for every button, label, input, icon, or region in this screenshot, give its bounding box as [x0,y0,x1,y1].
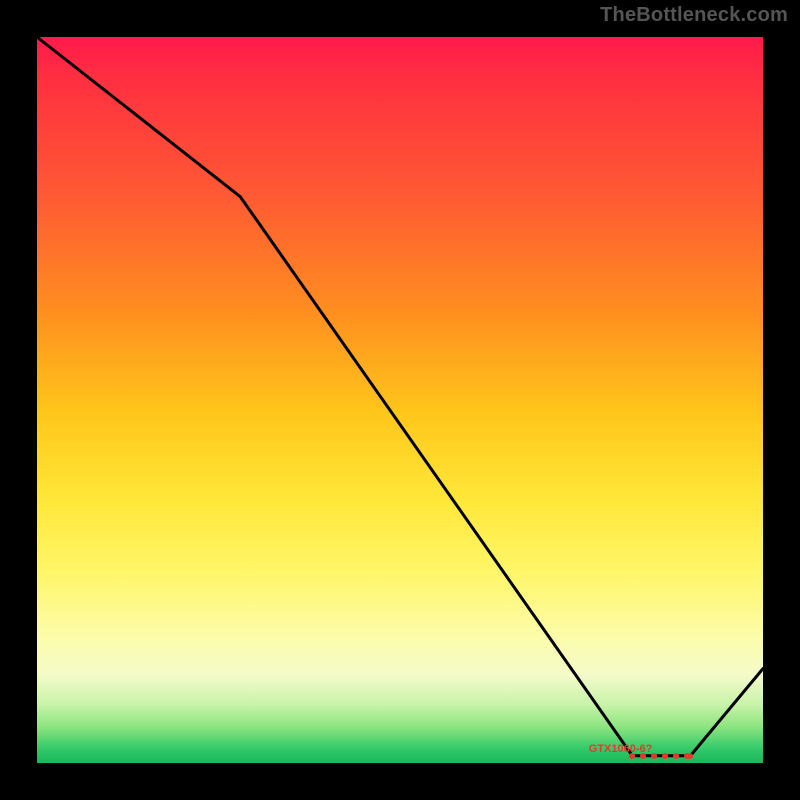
curve-polyline [37,37,763,756]
chart-frame: TheBottleneck.com GTX1060-6? [0,0,800,800]
plot-area: GTX1060-6? [37,37,763,763]
bottleneck-curve [37,37,763,763]
watermark-text: TheBottleneck.com [600,4,788,27]
